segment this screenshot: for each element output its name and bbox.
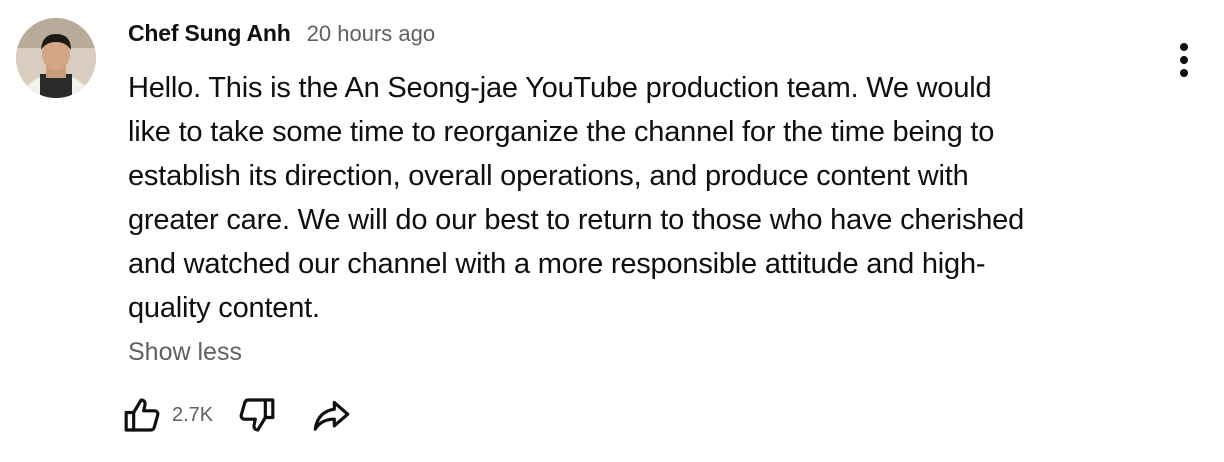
thumbs-up-icon (124, 398, 160, 432)
comment-text-line: quality content. (128, 292, 320, 324)
comment-text-line: Hello. This is the An Seong-jae YouTube … (128, 72, 992, 104)
avatar-photo (16, 18, 96, 98)
show-less-button[interactable]: Show less (128, 338, 242, 367)
comment-text-line: greater care. We will do our best to ret… (128, 204, 1025, 236)
comment-text-line: establish its direction, overall operati… (128, 160, 969, 192)
more-vertical-icon (1180, 43, 1188, 77)
thumbs-down-icon (239, 398, 275, 432)
avatar[interactable] (16, 18, 96, 98)
like-button[interactable] (118, 391, 166, 439)
share-button[interactable] (307, 391, 355, 439)
comment-actions: 2.7K (118, 390, 355, 440)
author-name[interactable]: Chef Sung Anh (128, 20, 291, 47)
comment-menu-button[interactable] (1166, 38, 1202, 82)
like-count: 2.7K (172, 403, 214, 426)
comment-body: Chef Sung Anh 20 hours ago Hello. This i… (128, 20, 1148, 367)
comment-timestamp[interactable]: 20 hours ago (307, 21, 435, 47)
comment-text-line: like to take some time to reorganize the… (128, 116, 995, 148)
dislike-button[interactable] (233, 391, 281, 439)
comment-header: Chef Sung Anh 20 hours ago (128, 20, 1148, 56)
share-arrow-icon (313, 400, 350, 431)
comment-text-line: and watched our channel with a more resp… (128, 248, 986, 280)
comment-text: Hello. This is the An Seong-jae YouTube … (128, 66, 1148, 330)
